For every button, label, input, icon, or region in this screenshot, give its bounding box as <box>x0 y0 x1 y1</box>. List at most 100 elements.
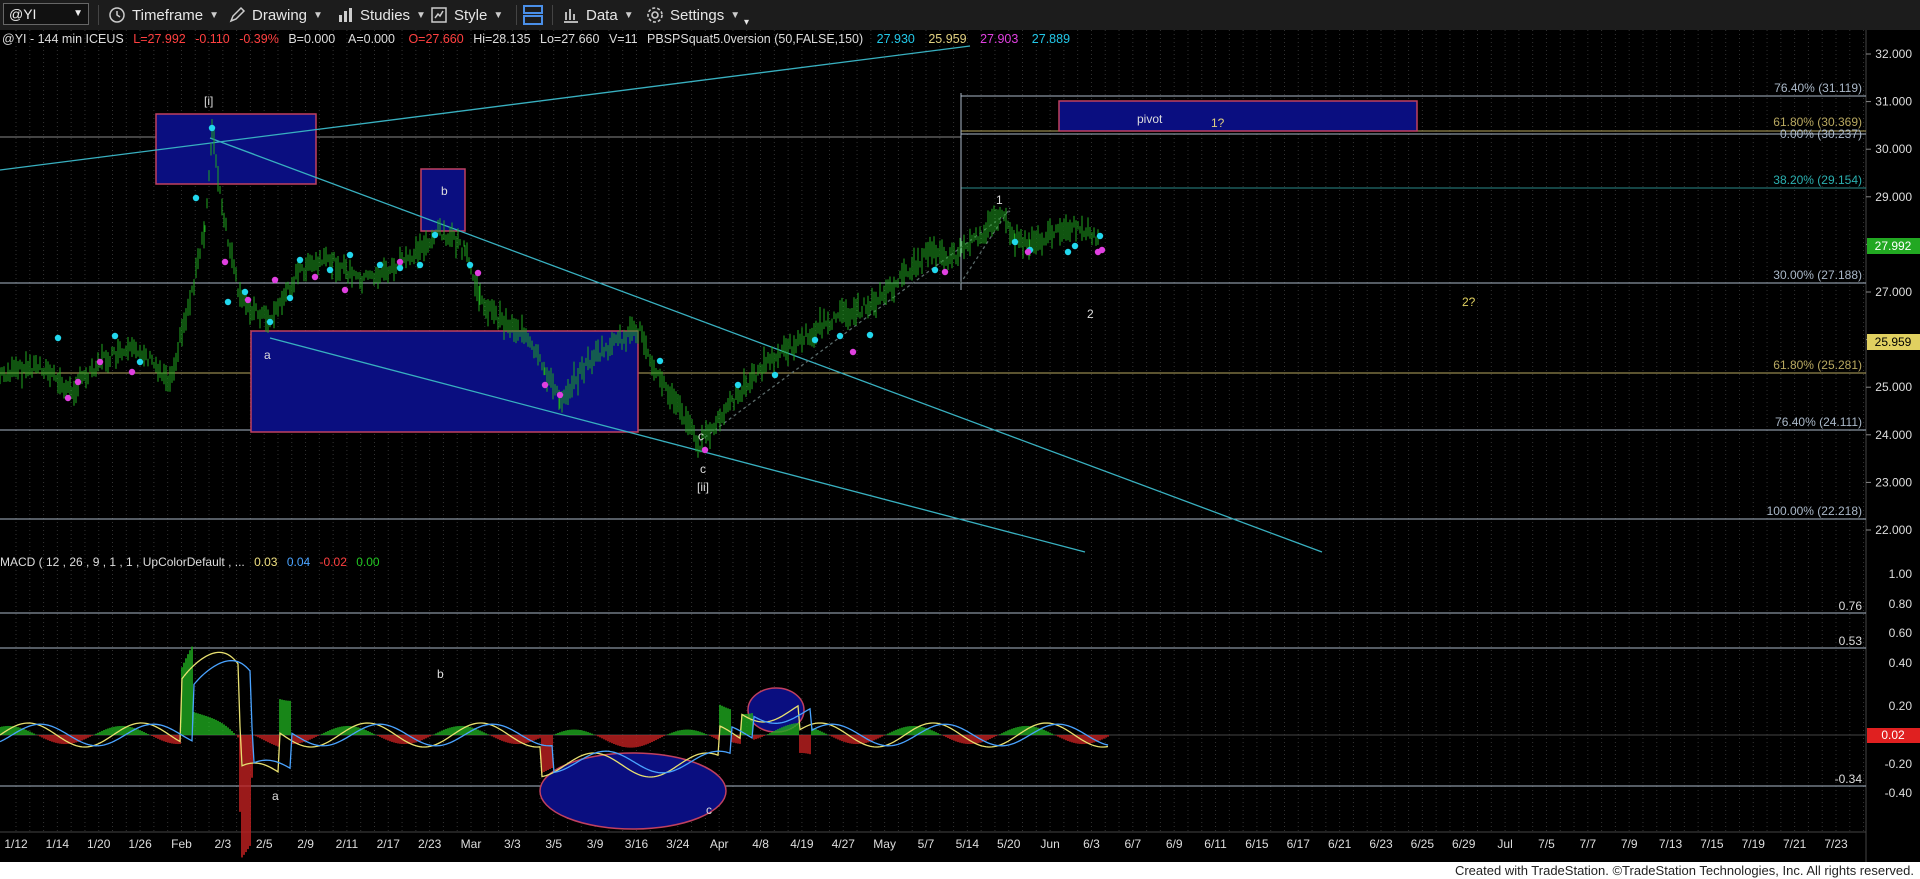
signal-dot-cyan <box>416 261 424 269</box>
signal-dot-cyan <box>811 336 819 344</box>
signal-dot-magenta <box>541 381 549 389</box>
symbol-input[interactable]: @YI ▼ <box>3 3 89 25</box>
date-axis-label: 4/19 <box>790 837 814 851</box>
zone-box-a <box>250 330 639 433</box>
date-axis-label: 1/26 <box>128 837 152 851</box>
signal-dot-cyan <box>208 124 216 132</box>
zone-box-i <box>155 113 317 185</box>
signal-dot-cyan <box>836 332 844 340</box>
macd-level-053-label: 0.53 <box>1839 634 1863 648</box>
layout-button[interactable] <box>522 3 544 27</box>
macd-val-4: 0.00 <box>356 555 380 569</box>
study-val-3: 27.903 <box>980 32 1018 46</box>
macd-label-b: b <box>437 667 444 681</box>
date-axis-label: 1/12 <box>4 837 28 851</box>
date-axis-label: Mar <box>461 837 482 851</box>
date-axis-label: 2/11 <box>336 837 359 851</box>
date-axis-label: 4/8 <box>752 837 769 851</box>
signal-dot-magenta <box>556 391 564 399</box>
fib-label-3820: 38.20% (29.154) <box>1773 173 1862 187</box>
wave-label-c-small: c <box>698 429 704 443</box>
change-value: -0.110 <box>195 32 230 46</box>
date-axis-label: 7/5 <box>1538 837 1555 851</box>
drawing-button[interactable]: Drawing ▼ <box>228 3 323 27</box>
wave-label-a: a <box>264 348 271 362</box>
signal-dot-cyan <box>466 261 474 269</box>
chevron-down-icon: ▼ <box>623 9 634 21</box>
chevron-down-icon: ▼ <box>493 9 504 21</box>
alt-price-tag-text: 25.959 <box>1875 335 1912 349</box>
signal-dot-cyan <box>296 256 304 264</box>
macd-level-034-label: -0.34 <box>1835 772 1863 786</box>
change-pct: -0.39% <box>239 32 279 46</box>
date-axis-label: 3/16 <box>625 837 649 851</box>
signal-dot-cyan <box>326 266 334 274</box>
date-axis-label: 1/14 <box>46 837 70 851</box>
date-axis-label: 5/14 <box>956 837 980 851</box>
signal-dot-cyan <box>54 334 62 342</box>
date-axis-label: 2/3 <box>214 837 231 851</box>
macd-last-tag-text: 0.02 <box>1881 728 1905 742</box>
signal-dot-magenta <box>1024 248 1032 256</box>
macd-axis-label: 0.20 <box>1889 699 1913 713</box>
signal-dot-cyan <box>396 264 404 272</box>
pivot-label: pivot <box>1137 112 1163 126</box>
signal-dot-magenta <box>96 358 104 366</box>
studies-button[interactable]: Studies ▼ <box>336 3 426 27</box>
signal-dot-cyan <box>431 231 439 239</box>
signal-dot-magenta <box>244 296 252 304</box>
study-name: PBSPSquat5.0version (50,FALSE,150) <box>647 32 863 46</box>
date-axis-label: 6/9 <box>1166 837 1183 851</box>
fib-label-000: 0.00% (30.237) <box>1780 127 1862 141</box>
date-axis-label: 6/7 <box>1124 837 1141 851</box>
date-axis-label: 3/3 <box>504 837 521 851</box>
date-axis-label: 7/9 <box>1621 837 1638 851</box>
wave-label-b: b <box>441 184 448 198</box>
signal-dot-cyan <box>346 251 354 259</box>
macd-axis-label: -0.40 <box>1885 786 1913 800</box>
data-button[interactable]: Data ▼ <box>562 3 634 27</box>
toolbar-divider <box>98 5 99 25</box>
date-axis-label: Feb <box>171 837 192 851</box>
high-value: Hi=28.135 <box>473 32 530 46</box>
price-axis-label: 27.000 <box>1875 285 1912 299</box>
symbol-dropdown-icon[interactable]: ▼ <box>73 4 83 24</box>
price-axis-label: 31.000 <box>1875 95 1912 109</box>
price-axis-label: 24.000 <box>1875 428 1912 442</box>
signal-dot-cyan <box>241 288 249 296</box>
signal-dot-magenta <box>271 276 279 284</box>
style-button[interactable]: Style ▼ <box>430 3 503 27</box>
settings-button[interactable]: Settings ▼ <box>646 3 740 27</box>
signal-dot-cyan <box>224 298 232 306</box>
studies-label: Studies <box>360 6 411 24</box>
date-axis-label: 3/5 <box>545 837 562 851</box>
signal-dot-cyan <box>1096 232 1104 240</box>
signal-dot-cyan <box>1064 248 1072 256</box>
fib-label-27188: 30.00% (27.188) <box>1773 268 1862 282</box>
price-chart[interactable]: @YI - 144 min ICEUS L=27.992 -0.110 -0.3… <box>0 30 1920 862</box>
last-price-tag-text: 27.992 <box>1875 239 1912 253</box>
signal-dot-magenta <box>474 269 482 277</box>
date-axis-label: 2/23 <box>418 837 442 851</box>
signal-dot-magenta <box>701 446 709 454</box>
timeframe-label: Timeframe <box>132 6 204 24</box>
signal-dot-cyan <box>866 331 874 339</box>
macd-header: MACD ( 12 , 26 , 9 , 1 , 1 , UpColorDefa… <box>0 555 380 569</box>
chevron-down-icon: ▼ <box>209 9 220 21</box>
date-axis-label: 2/5 <box>256 837 273 851</box>
price-axis-label: 29.000 <box>1875 190 1912 204</box>
open-value: O=27.660 <box>408 32 463 46</box>
date-axis-label: 7/21 <box>1783 837 1807 851</box>
date-axis-label: 6/11 <box>1204 837 1227 851</box>
chevron-down-icon: ▼ <box>313 9 323 21</box>
timeframe-button[interactable]: Timeframe ▼ <box>108 3 219 27</box>
signal-dot-cyan <box>771 371 779 379</box>
fib-label-7640: 76.40% (24.111) <box>1775 415 1862 429</box>
chevron-down-icon: ▼ <box>416 9 426 21</box>
macd-axis-label: 1.00 <box>1889 567 1913 581</box>
macd-axis-label: 0.60 <box>1889 626 1913 640</box>
date-axis-label: 6/3 <box>1083 837 1100 851</box>
signal-dot-magenta <box>128 368 136 376</box>
symbol-desc: @YI - 144 min ICEUS <box>2 32 124 46</box>
date-axis-label: 3/9 <box>587 837 604 851</box>
